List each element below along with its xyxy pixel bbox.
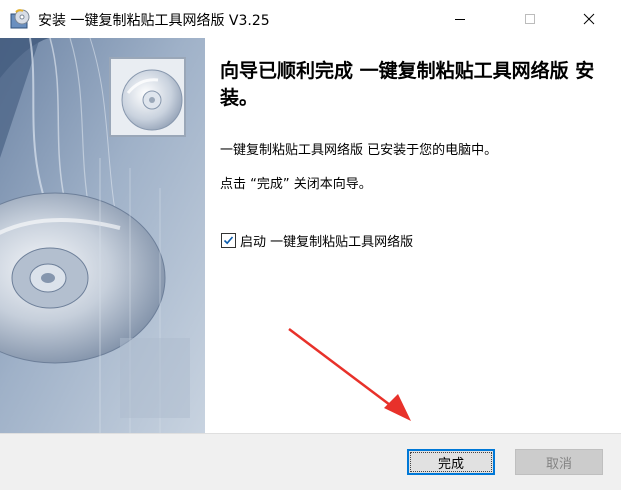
minimize-icon bbox=[455, 19, 465, 20]
close-button[interactable] bbox=[566, 0, 612, 38]
close-icon bbox=[583, 13, 595, 25]
finish-instruction: 点击 “完成” 关闭本向导。 bbox=[220, 177, 372, 192]
minimize-button[interactable] bbox=[437, 0, 483, 38]
title-bar: 安装 一键复制粘贴工具网络版 V3.25 bbox=[0, 0, 621, 38]
button-bar: 完成 取消 bbox=[0, 433, 621, 490]
maximize-icon bbox=[525, 14, 535, 24]
checkmark-icon bbox=[223, 236, 234, 245]
cancel-button: 取消 bbox=[515, 449, 603, 475]
launch-checkbox-label[interactable]: 启动 一键复制粘贴工具网络版 bbox=[240, 231, 413, 250]
completion-heading: 向导已顺利完成 一键复制粘贴工具网络版 安装。 bbox=[220, 60, 595, 109]
maximize-button[interactable] bbox=[507, 0, 553, 38]
finish-button[interactable]: 完成 bbox=[407, 449, 495, 475]
cancel-button-label: 取消 bbox=[545, 456, 572, 472]
window-title: 安装 一键复制粘贴工具网络版 V3.25 bbox=[38, 13, 270, 29]
installed-message: 一键复制粘贴工具网络版 已安装于您的电脑中。 bbox=[220, 143, 498, 158]
wizard-content: 向导已顺利完成 一键复制粘贴工具网络版 安装。 一键复制粘贴工具网络版 已安装于… bbox=[205, 38, 621, 433]
launch-checkbox-row[interactable]: 启动 一键复制粘贴工具网络版 bbox=[221, 231, 413, 250]
focus-rectangle bbox=[410, 452, 492, 472]
launch-checkbox[interactable] bbox=[221, 233, 236, 248]
wizard-banner-image bbox=[0, 38, 205, 433]
installer-cd-icon bbox=[9, 8, 31, 30]
